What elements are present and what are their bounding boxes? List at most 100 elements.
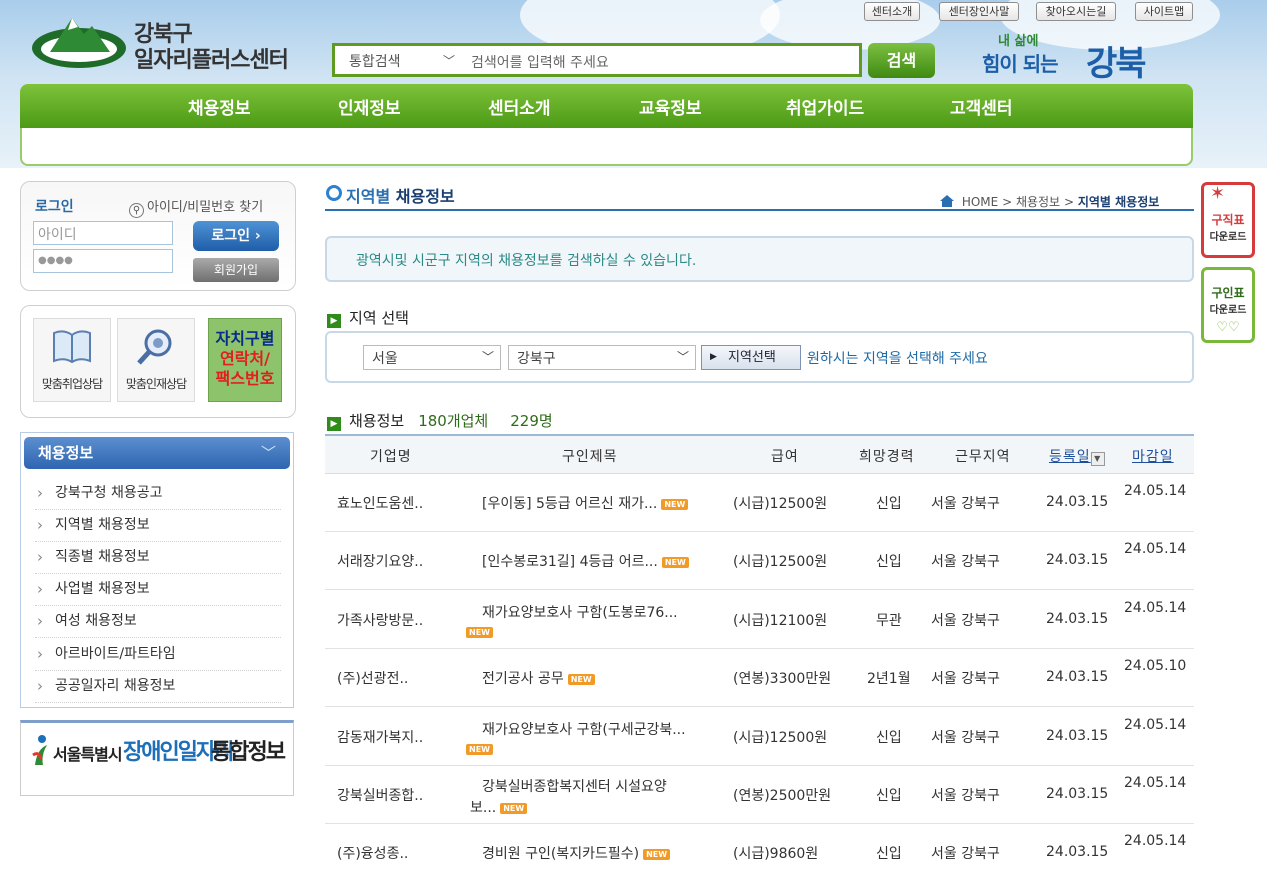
side-menu-item-business[interactable]: › 사업별 채용정보 (35, 574, 281, 606)
util-link-center-intro[interactable]: 센터소개 (864, 2, 920, 21)
company-name[interactable]: 효노인도움센.. (337, 493, 423, 513)
breadcrumb-home[interactable]: HOME (962, 195, 998, 209)
nav-talent-info[interactable]: 인재정보 (338, 94, 401, 119)
company-name[interactable]: 가족사랑방문.. (337, 610, 423, 630)
chevron-right-icon: › (37, 612, 43, 630)
new-badge-wrap: NEW (466, 624, 493, 640)
work-area: 서울 강북구 (931, 554, 1000, 571)
side-quick-label: 구직표 (1211, 213, 1245, 227)
side-menu-item-label: 직종별 채용정보 (55, 549, 150, 565)
search-button[interactable]: 검색 (868, 43, 935, 78)
job-title-link[interactable]: [우이동] 5등급 어르신 재가... NEW (482, 493, 689, 513)
chevron-down-icon[interactable]: ﹀ (443, 52, 455, 69)
side-menu-item-region[interactable]: › 지역별 채용정보 (35, 510, 281, 542)
util-link-sitemap[interactable]: 사이트맵 (1135, 2, 1193, 21)
slogan-big: 강북 (1086, 44, 1147, 84)
new-badge: NEW (643, 849, 671, 861)
due-date: 24.05.14 (1124, 775, 1187, 791)
job-title-text: [인수봉로31길] 4등급 어르... (482, 554, 658, 571)
chevron-right-icon: › (37, 548, 43, 566)
quick-talent-counsel[interactable]: 맞춤인재상담 (117, 318, 195, 402)
district-contact-link[interactable]: 자치구별 연락처/ 팩스번호 (208, 318, 282, 402)
nav-customer-center[interactable]: 고객센터 (950, 94, 1013, 119)
city-select[interactable]: 서울 ﹀ (363, 345, 501, 370)
district-select[interactable]: 강북구 ﹀ (508, 345, 696, 370)
side-menu-header[interactable]: 채용정보 ﹀ (24, 437, 290, 469)
job-seeker-form-download[interactable]: ✶ 구직표 다운로드 (1201, 182, 1255, 258)
title-divider (325, 209, 1194, 211)
search-category-select[interactable]: 통합검색 (349, 51, 401, 71)
side-menu-item-parttime[interactable]: › 아르바이트/파트타임 (35, 639, 281, 671)
main-nav: 채용정보 인재정보 센터소개 교육정보 취업가이드 고객센터 (20, 84, 1193, 128)
side-menu-item-gangbuk-notice[interactable]: › 강북구청 채용공고 (35, 478, 281, 510)
company-name[interactable]: (주)융성종.. (337, 843, 408, 863)
nav-job-guide[interactable]: 취업가이드 (786, 94, 864, 119)
breadcrumb-level1[interactable]: 채용정보 (1016, 195, 1060, 209)
table-row[interactable]: (주)융성종.. 경비원 구인(복지카드필수) NEW (시급)9860원 신입 서울 강… (325, 824, 1194, 874)
side-menu-item-public-jobs[interactable]: › 공공일자리 채용정보 (35, 671, 281, 703)
job-title-continued[interactable]: 보... NEW (470, 797, 528, 817)
login-title: 로그인 (35, 199, 74, 215)
search-input[interactable]: 검색어를 입력해 주세요 (471, 52, 609, 72)
list-section-title: ▶ 채용정보 180개업체 229명 (327, 410, 553, 431)
col-career: 희망경력 (859, 449, 915, 465)
table-row[interactable]: (주)선광전.. 전기공사 공무 NEW (연봉)3300만원 2년1월 서울 강북구 24… (325, 649, 1194, 708)
job-title-link[interactable]: 강북실버종합복지센터 시설요양 (482, 776, 667, 796)
job-title-link[interactable]: 경비원 구인(복지카드필수) NEW (482, 843, 671, 863)
pay: (시급)9860원 (733, 846, 819, 863)
col-reg-date-sort[interactable]: 등록일 ▼ (1049, 446, 1105, 466)
page-title: 지역별 채용정보 (346, 183, 455, 207)
home-icon[interactable] (940, 195, 954, 207)
join-button[interactable]: 회원가입 (193, 258, 279, 282)
id-input[interactable]: 아이디 (33, 221, 173, 245)
job-title-text: 전기공사 공무 (482, 671, 564, 688)
new-badge-wrap: NEW (466, 741, 493, 757)
job-title-link[interactable]: 재가요양보호사 구함(도봉로76... (482, 602, 678, 622)
side-menu-title: 채용정보 (38, 444, 94, 462)
find-id-password-link[interactable]: ⚲ 아이디/비밀번호 찾기 (129, 196, 263, 218)
col-due-date-sort[interactable]: 마감일 (1132, 446, 1174, 466)
side-menu-item-label: 강북구청 채용공고 (55, 485, 163, 501)
city-select-value: 서울 (372, 351, 398, 367)
career: 신입 (876, 554, 902, 571)
nav-center-intro[interactable]: 센터소개 (488, 94, 551, 119)
company-name[interactable]: 서래장기요양.. (337, 551, 423, 571)
quick-job-counsel[interactable]: 맞춤취업상담 (33, 318, 111, 402)
table-row[interactable]: 가족사랑방문.. 재가요양보호사 구함(도봉로76... NEW (시급)12100원… (325, 591, 1194, 649)
nav-education-info[interactable]: 교육정보 (639, 94, 702, 119)
job-title-link[interactable]: [인수봉로31길] 4등급 어르... NEW (482, 551, 689, 571)
table-row[interactable]: 효노인도움센.. [우이동] 5등급 어르신 재가... NEW (시급)12500원… (325, 474, 1194, 532)
reg-date: 24.03.15 (1046, 727, 1109, 744)
due-date: 24.05.14 (1124, 716, 1187, 733)
job-offer-form-download[interactable]: 구인표 다운로드 ♡♡ (1201, 267, 1255, 343)
logo-title-line2[interactable]: 일자리플러스센터 (134, 42, 289, 74)
region-select-button-label: 지역선택 (728, 350, 776, 365)
job-title-text: 재가요양보호사 구함(도봉로76... (482, 604, 678, 621)
side-menu-item-women[interactable]: › 여성 채용정보 (35, 606, 281, 638)
breadcrumb: HOME > 채용정보 > 지역별 채용정보 (940, 193, 1159, 210)
job-title-link[interactable]: 재가요양보호사 구함(구세군강북... (482, 719, 686, 739)
table-row[interactable]: 서래장기요양.. [인수봉로31길] 4등급 어르... NEW (시급)12500원… (325, 532, 1194, 591)
sort-down-icon[interactable]: ▼ (1090, 452, 1105, 466)
work-area: 서울 강북구 (931, 496, 1000, 512)
chevron-down-icon: ﹀ (676, 350, 689, 364)
company-name[interactable]: 감동재가복지.. (337, 727, 423, 747)
util-link-directions[interactable]: 찾아오시는길 (1036, 2, 1116, 21)
chevron-down-icon: ﹀ (260, 444, 276, 462)
password-input[interactable]: ●●●● (33, 249, 173, 273)
nav-job-info[interactable]: 채용정보 (188, 94, 251, 119)
job-title-link[interactable]: 전기공사 공무 NEW (482, 668, 595, 688)
due-date: 24.05.14 (1124, 483, 1187, 499)
side-menu-item-occupation[interactable]: › 직종별 채용정보 (35, 542, 281, 574)
table-row[interactable]: 강북실버종합.. 강북실버종합복지센터 시설요양 보... NEW (연봉)2500만원… (325, 766, 1194, 824)
arrow-right-icon: ▶ (327, 417, 341, 431)
chevron-right-icon: › (37, 516, 43, 534)
util-link-director-greeting[interactable]: 센터장인사말 (939, 2, 1019, 21)
disabled-jobs-banner[interactable]: 서울특별시 장애인일자리 통합정보 (20, 720, 294, 796)
table-row[interactable]: 감동재가복지.. 재가요양보호사 구함(구세군강북... NEW (시급)12500원… (325, 708, 1194, 766)
region-select-button[interactable]: ▶ 지역선택 (701, 345, 801, 370)
logo-mountain-icon[interactable] (30, 12, 128, 70)
company-name[interactable]: (주)선광전.. (337, 668, 408, 688)
login-button[interactable]: 로그인 › (193, 221, 279, 251)
company-name[interactable]: 강북실버종합.. (337, 785, 423, 805)
